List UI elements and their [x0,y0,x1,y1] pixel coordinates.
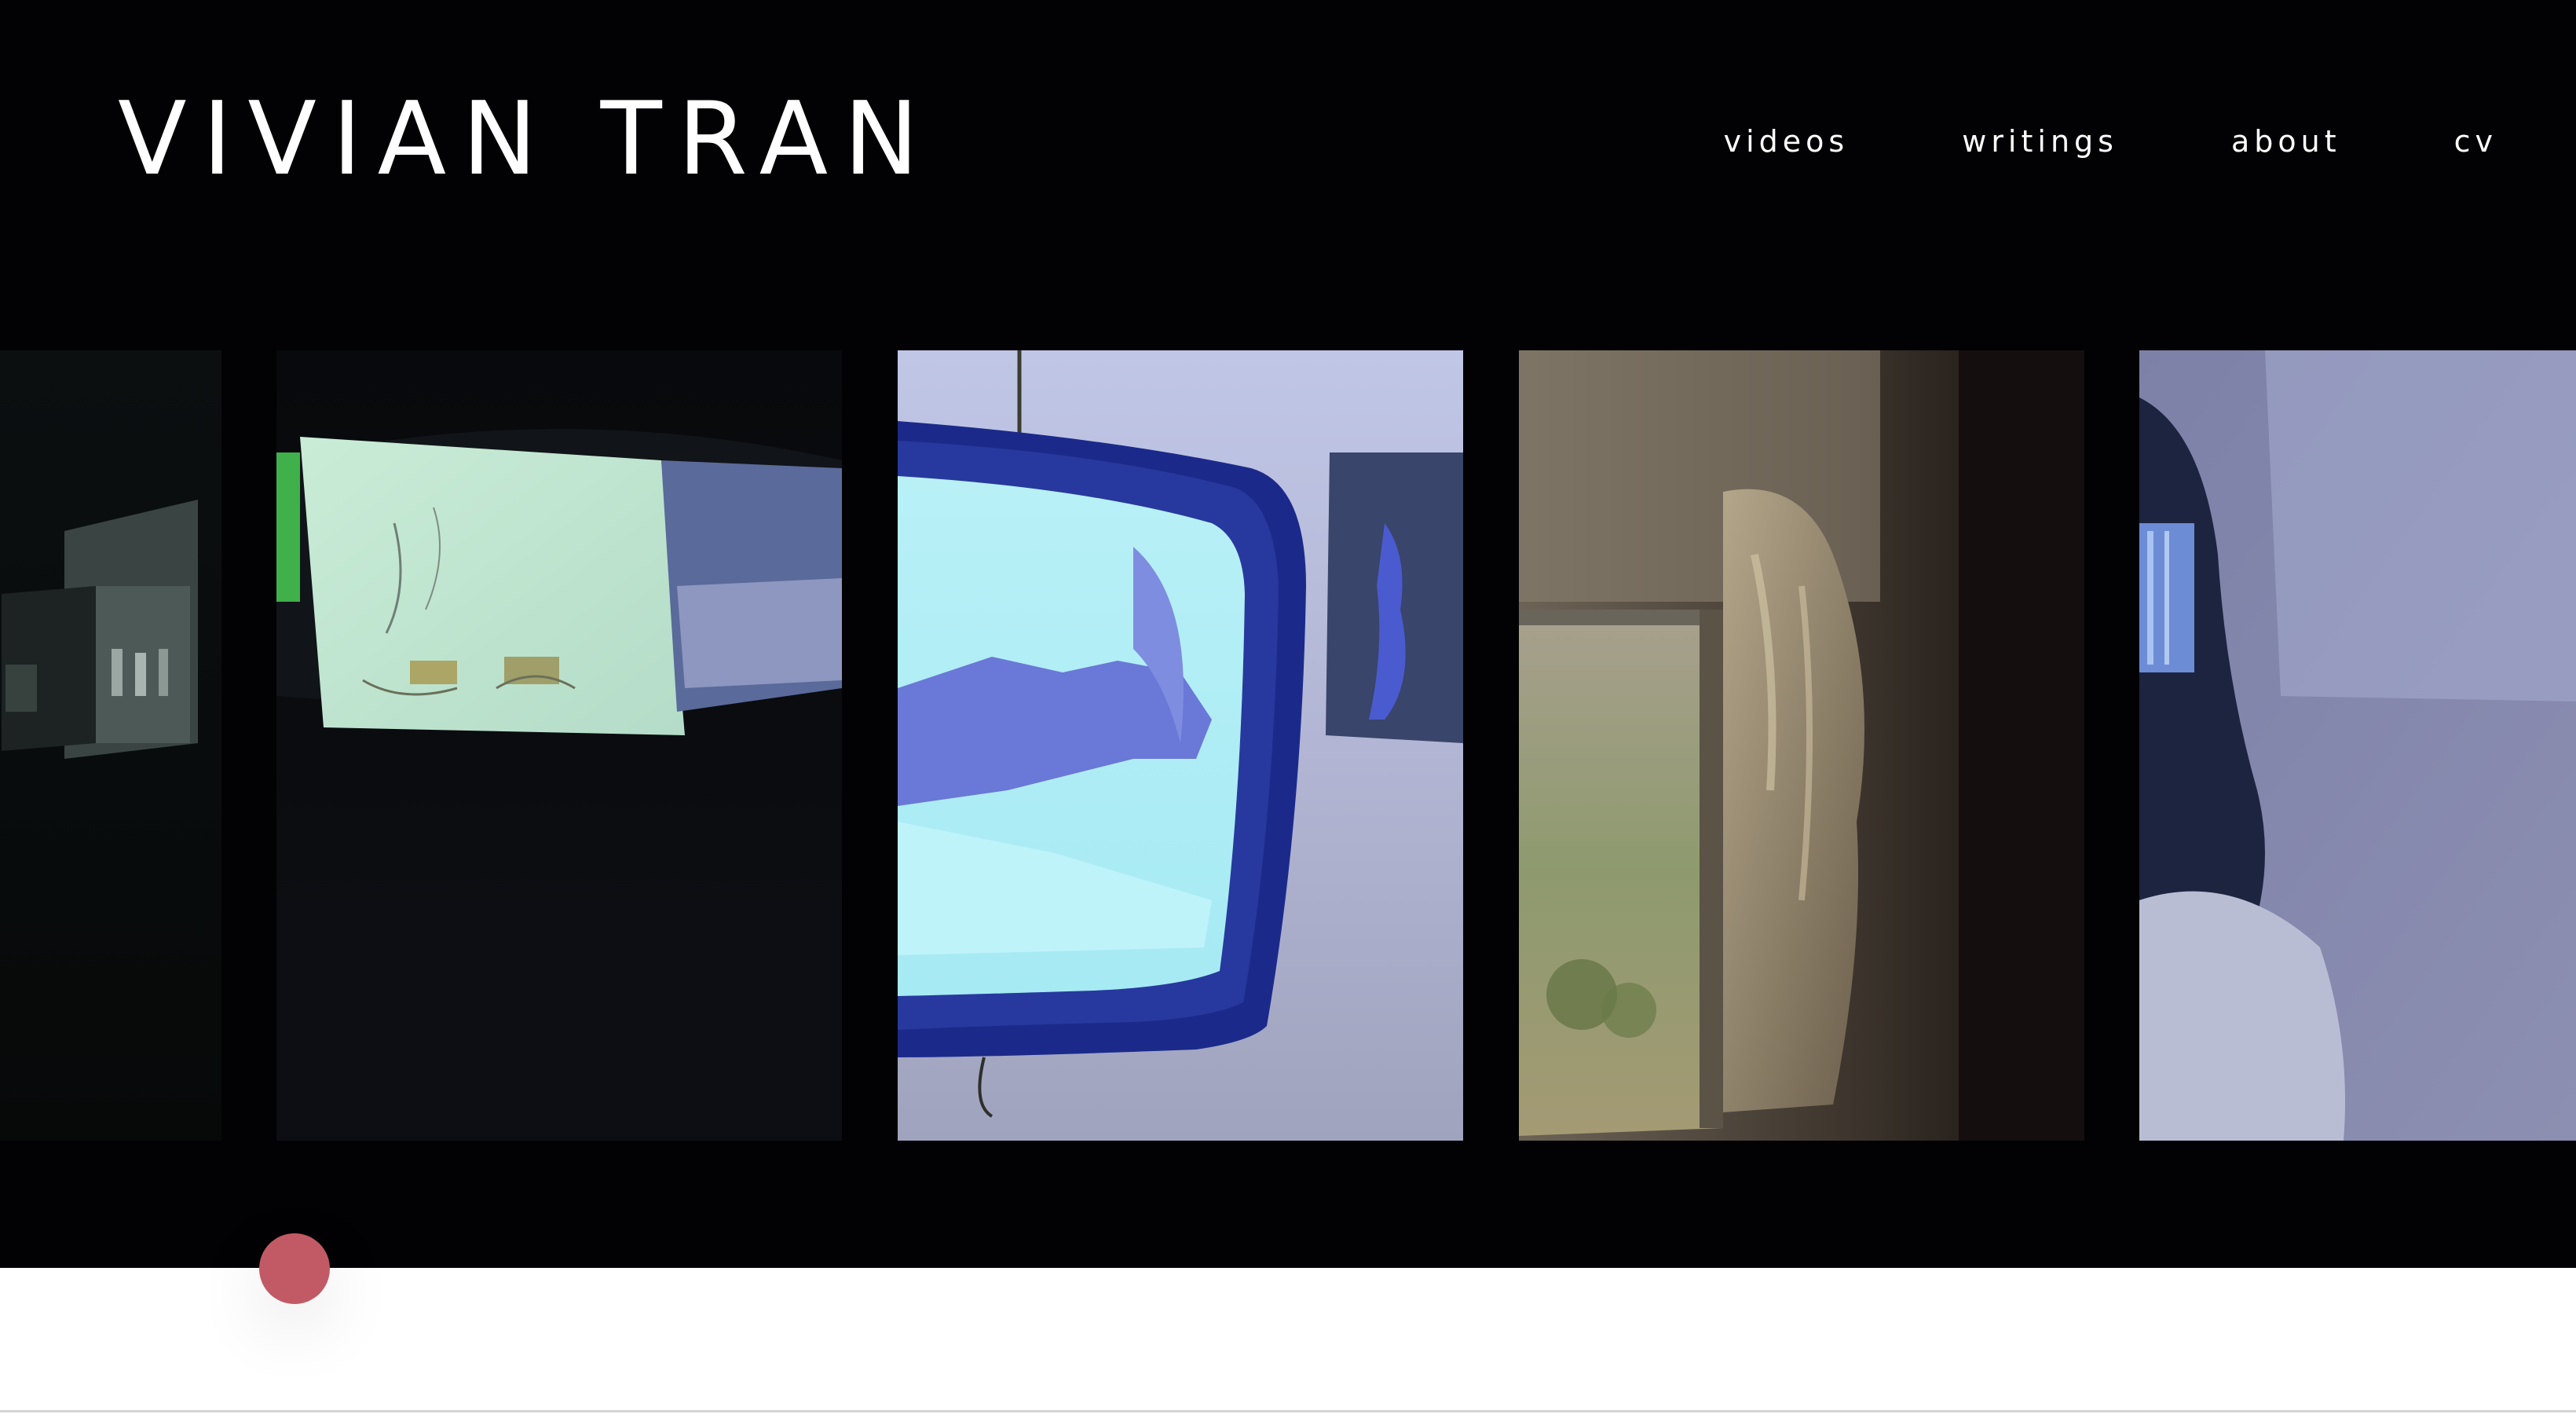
nav-writings-link[interactable]: writings [1962,118,2118,165]
main-nav: videos writings about cv [1724,118,2497,165]
nav-cv-link[interactable]: cv [2454,118,2497,165]
gallery-image-projection-sketch [276,350,842,1141]
bottom-divider [0,1410,2576,1412]
page: VIVIAN TRAN videos writings about cv [0,0,2576,1414]
gallery-image-window-curtain [1519,350,2084,1141]
gallery-tile-3[interactable] [898,350,1463,1141]
gallery-tile-5[interactable] [2139,350,2576,1141]
gallery-tile-4[interactable] [1519,350,2084,1141]
scroll-indicator-dot[interactable] [259,1233,330,1304]
video-gallery-carousel[interactable] [0,350,2576,1141]
gallery-image-dark-room [0,350,221,1141]
gallery-tile-1[interactable] [0,350,221,1141]
site-title[interactable]: VIVIAN TRAN [118,85,935,195]
gallery-image-blue-monitor [898,350,1463,1141]
gallery-image-person-wall [2139,350,2576,1141]
nav-videos-link[interactable]: videos [1724,118,1850,165]
nav-about-link[interactable]: about [2231,118,2341,165]
gallery-tile-2[interactable] [276,350,842,1141]
